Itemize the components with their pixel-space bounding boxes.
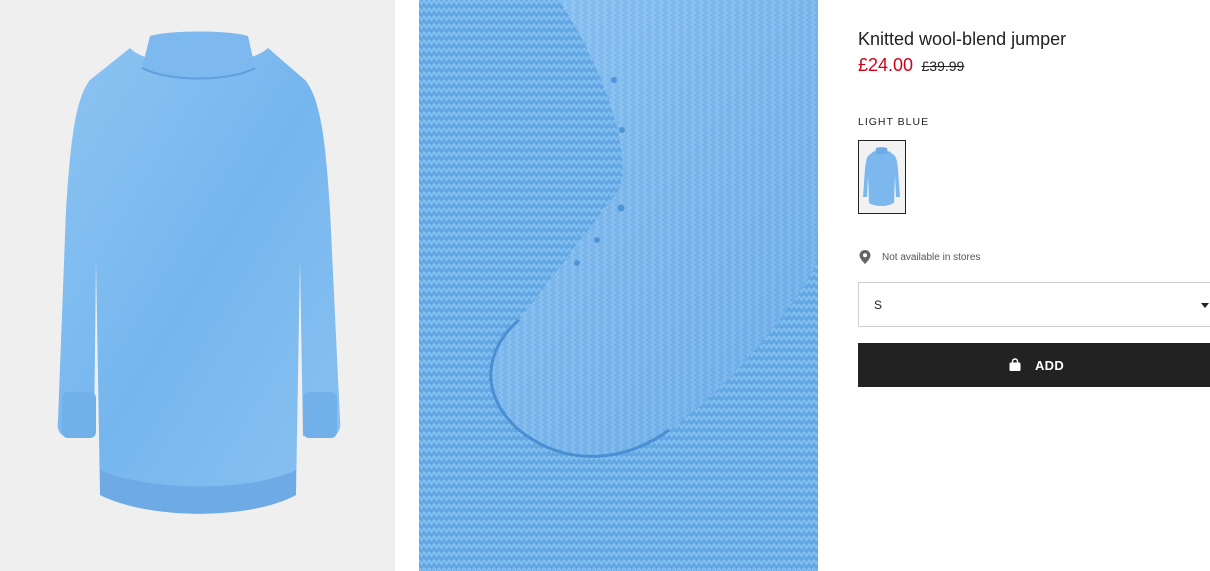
sale-price: £24.00 [858, 55, 914, 75]
availability-text: Not available in stores [882, 251, 981, 263]
add-to-bag-button[interactable]: ADD [858, 343, 1210, 387]
location-pin-icon [859, 250, 871, 264]
product-image-detail[interactable] [419, 0, 818, 571]
sleeve-detail-illustration [419, 0, 818, 571]
store-availability: Not available in stores [858, 249, 980, 265]
swatch-thumbnail-icon [863, 147, 900, 206]
product-title: Knitted wool-blend jumper [858, 29, 1067, 49]
product-info-panel: Knitted wool-blend jumper £24.00 £39.99 … [858, 0, 1210, 571]
shopping-bag-icon [1009, 358, 1021, 371]
chevron-down-icon [1201, 303, 1209, 308]
size-select[interactable]: S [858, 282, 1210, 327]
product-image-front[interactable] [0, 0, 395, 571]
add-button-label: ADD [1034, 357, 1065, 373]
jumper-front-illustration [57, 31, 341, 514]
size-selected-value: S [874, 298, 883, 312]
color-name-label: LIGHT BLUE [858, 116, 930, 128]
color-swatch-light-blue[interactable] [858, 140, 906, 214]
original-price: £39.99 [921, 58, 965, 74]
price-row: £24.00 £39.99 [858, 55, 964, 76]
